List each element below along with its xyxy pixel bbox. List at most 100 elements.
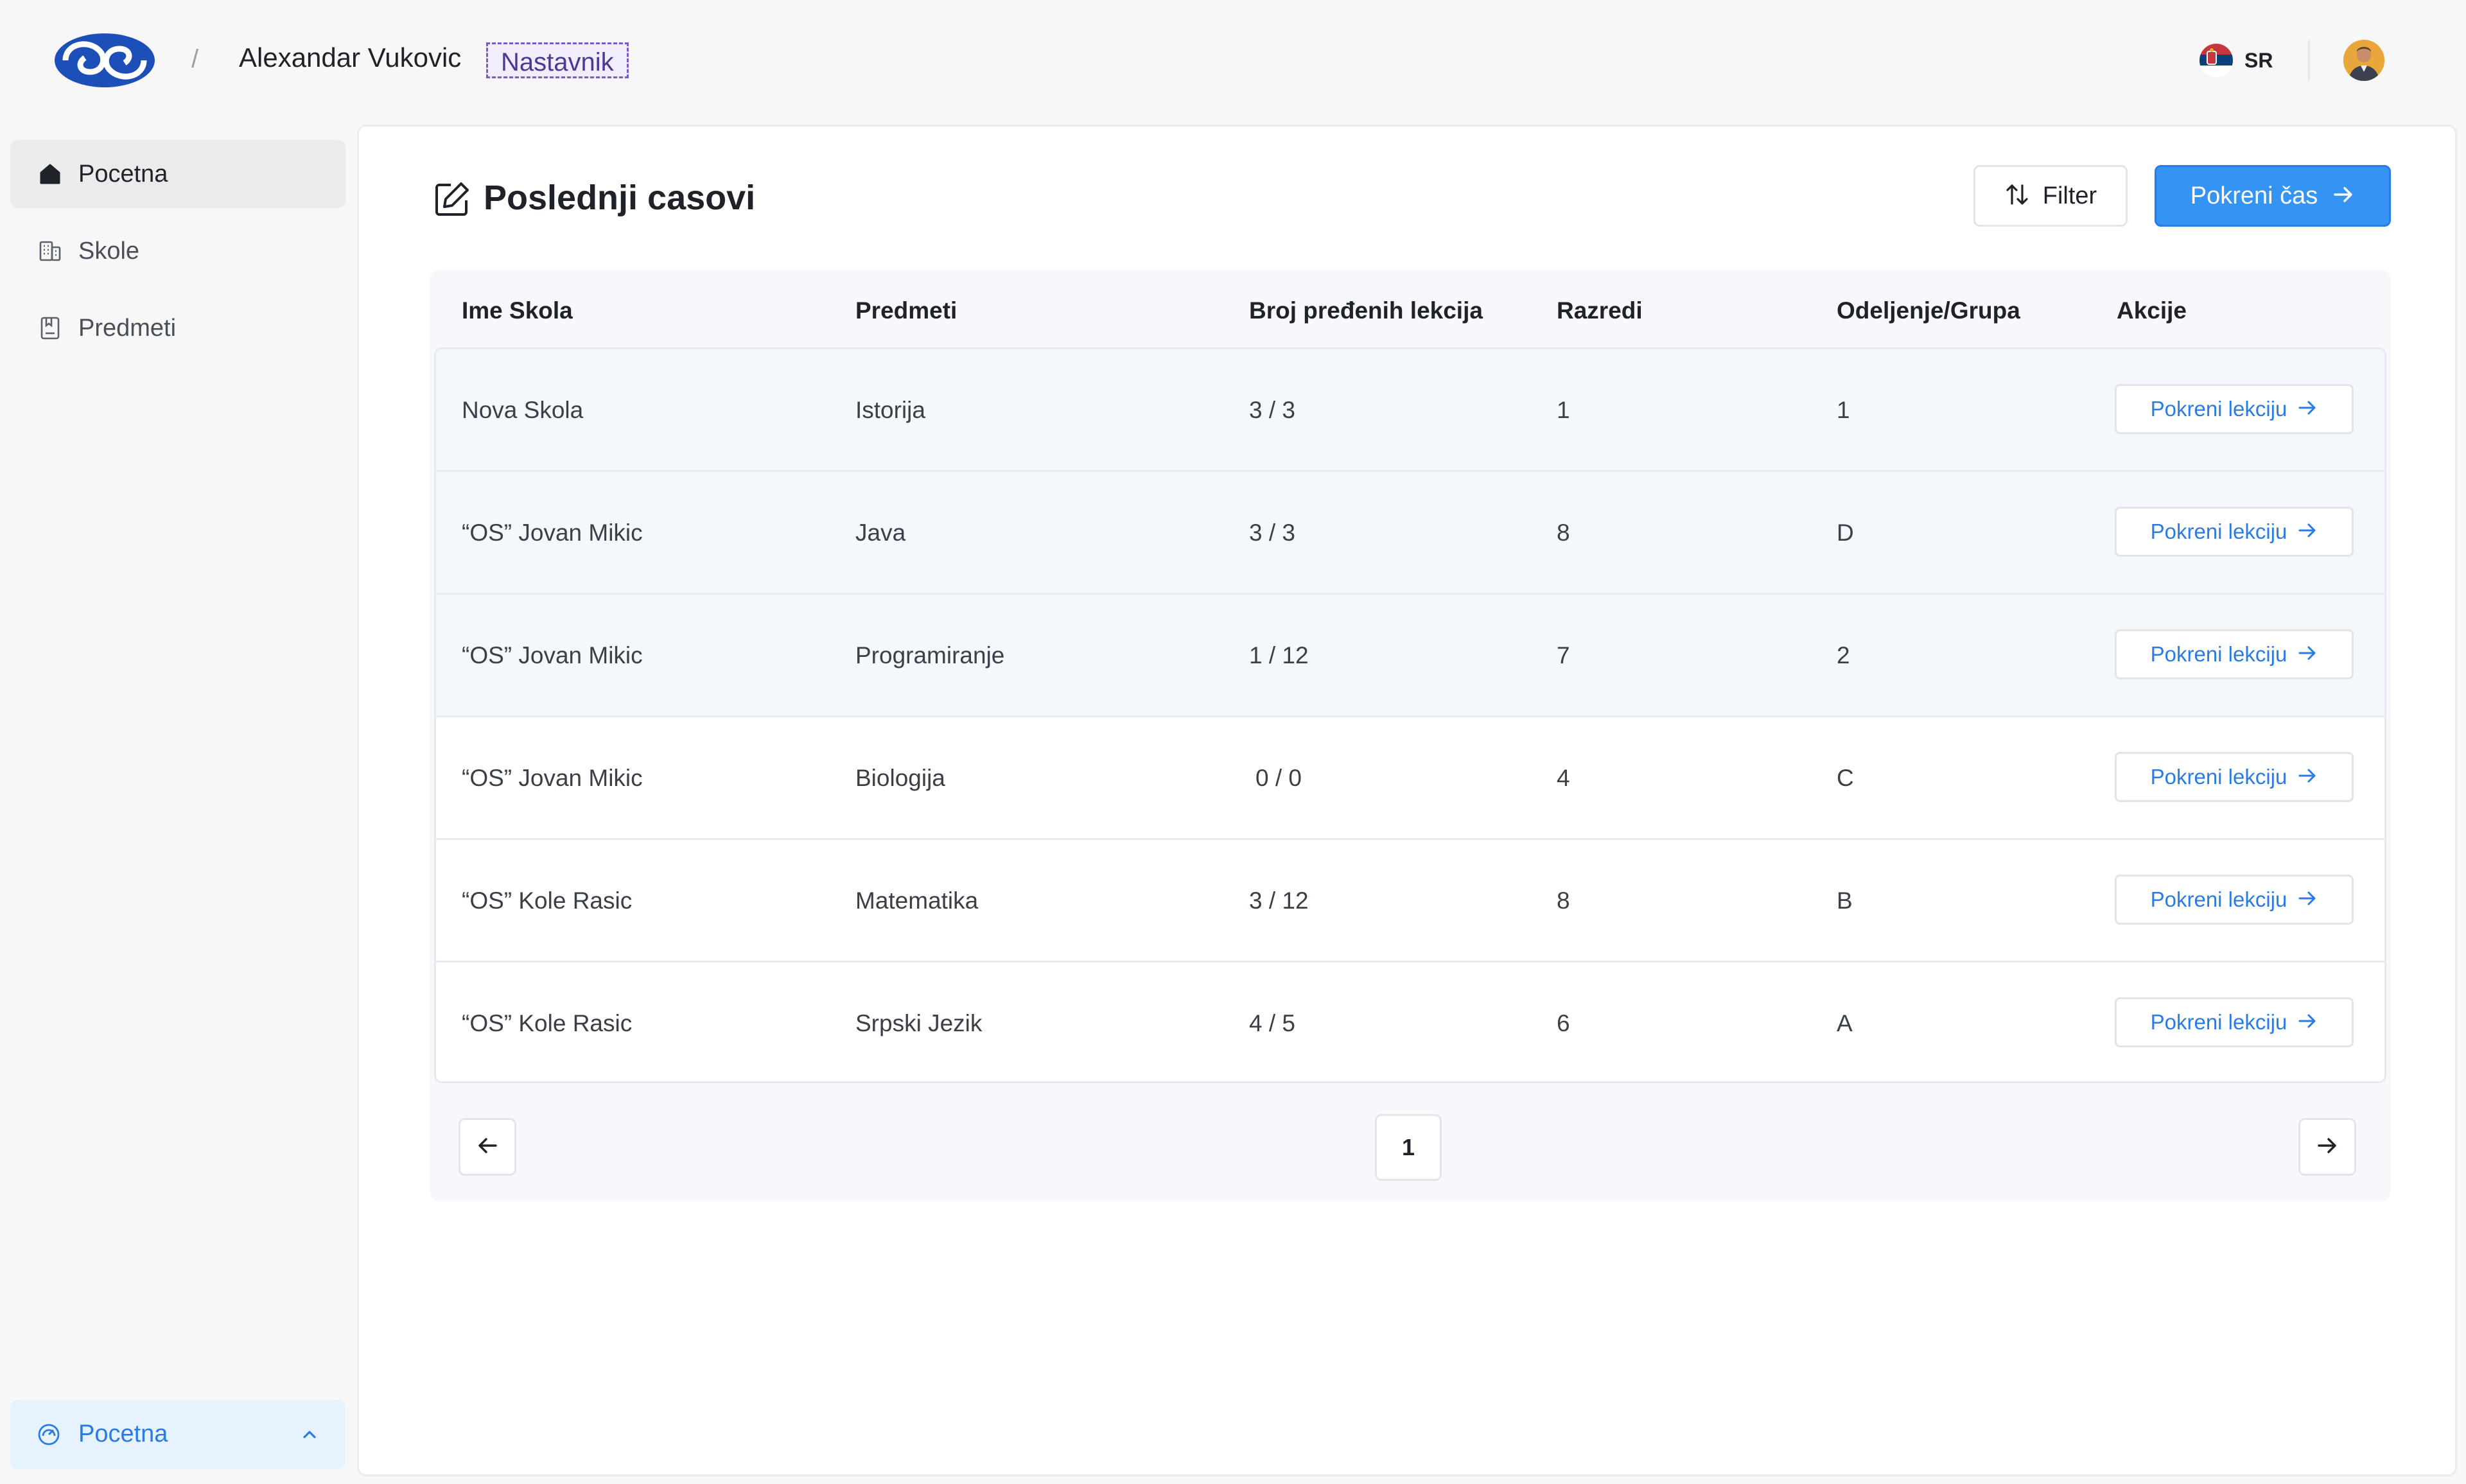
- arrow-right-icon: [2297, 643, 2318, 667]
- arrow-right-icon: [2297, 520, 2318, 544]
- subject-cell: Java: [855, 519, 906, 546]
- sidebar: Pocetna Skole Predmeti Pocetna: [0, 122, 353, 1484]
- subject-cell: Srpski Jezik: [855, 1010, 983, 1036]
- school-cell: “OS” Kole Rasic: [462, 887, 633, 914]
- start-lesson-button[interactable]: Pokreni lekciju: [2115, 384, 2354, 434]
- subject-cell: Istorija: [855, 397, 925, 423]
- arrow-right-icon: [2316, 1134, 2339, 1160]
- group-cell: B: [1837, 887, 1853, 914]
- start-lesson-label: Pokreni lekciju: [2150, 765, 2287, 789]
- lessons-cell: 3 / 3: [1249, 397, 1295, 423]
- column-header: Ime Skola: [462, 297, 573, 324]
- school-cell: “OS” Jovan Mikic: [462, 642, 643, 668]
- column-header: Predmeti: [855, 297, 958, 324]
- previous-page-button[interactable]: [459, 1118, 516, 1176]
- lessons-cell: 3 / 3: [1249, 519, 1295, 546]
- table-row: “OS” Kole Rasic Matematika 3 / 12 8 B Po…: [436, 840, 2384, 963]
- page-number: 1: [1401, 1134, 1415, 1160]
- lessons-cell: 4 / 5: [1249, 1010, 1295, 1036]
- main-panel: Poslednji casovi Filter Pokreni čas Ime …: [357, 125, 2457, 1476]
- page-number-button[interactable]: 1: [1375, 1114, 1442, 1181]
- arrow-right-icon: [2297, 397, 2318, 421]
- subject-cell: Matematika: [855, 887, 979, 914]
- sidebar-item-pocetna[interactable]: Pocetna: [10, 140, 345, 208]
- group-cell: D: [1837, 519, 1854, 546]
- classes-table: Ime Skola Predmeti Broj pređenih lekcija…: [430, 270, 2391, 1201]
- subject-cell: Biologija: [855, 765, 945, 791]
- header-divider: [2308, 40, 2310, 81]
- sidebar-item-skole[interactable]: Skole: [10, 217, 345, 285]
- school-cell: “OS” Jovan Mikic: [462, 519, 643, 546]
- school-cell: Nova Skola: [462, 397, 584, 423]
- arrow-right-icon: [2297, 1011, 2318, 1034]
- sidebar-bottom-menu[interactable]: Pocetna: [10, 1400, 345, 1469]
- start-lesson-button[interactable]: Pokreni lekciju: [2115, 997, 2354, 1047]
- table-row: “OS” Kole Rasic Srpski Jezik 4 / 5 6 A P…: [436, 963, 2384, 1081]
- sidebar-item-predmeti[interactable]: Predmeti: [10, 294, 345, 362]
- grade-cell: 1: [1557, 397, 1570, 423]
- start-lesson-label: Pokreni lekciju: [2150, 642, 2287, 666]
- start-lesson-label: Pokreni lekciju: [2150, 887, 2287, 911]
- column-header: Akcije: [2117, 297, 2187, 324]
- school-cell: “OS” Jovan Mikic: [462, 765, 643, 791]
- sidebar-item-label: Pocetna: [78, 160, 168, 188]
- school-cell: “OS” Kole Rasic: [462, 1010, 633, 1036]
- arrow-right-icon: [2297, 888, 2318, 912]
- filter-label: Filter: [2042, 182, 2097, 209]
- serbia-flag-icon: [2199, 44, 2233, 77]
- table-row: “OS” Jovan Mikic Java 3 / 3 8 D Pokreni …: [436, 472, 2384, 595]
- book-icon: [37, 315, 63, 341]
- dashboard-icon: [36, 1422, 62, 1447]
- column-header: Odeljenje/Grupa: [1837, 297, 2020, 324]
- building-icon: [37, 238, 63, 264]
- table-row: “OS” Jovan Mikic Biologija 0 / 0 4 C Pok…: [436, 717, 2384, 840]
- table-body: Nova Skola Istorija 3 / 3 1 1 Pokreni le…: [434, 347, 2386, 1083]
- start-lesson-button[interactable]: Pokreni lekciju: [2115, 507, 2354, 557]
- filter-button[interactable]: Filter: [1973, 165, 2128, 227]
- table-row: Nova Skola Istorija 3 / 3 1 1 Pokreni le…: [436, 349, 2384, 472]
- group-cell: A: [1837, 1010, 1853, 1036]
- language-label: SR: [2244, 48, 2273, 72]
- grade-cell: 8: [1557, 887, 1570, 914]
- breadcrumb-separator: /: [191, 45, 199, 73]
- table-row: “OS” Jovan Mikic Programiranje 1 / 12 7 …: [436, 595, 2384, 717]
- home-icon: [37, 161, 63, 187]
- lessons-cell: 3 / 12: [1249, 887, 1309, 914]
- top-bar: / Alexandar Vukovic Nastavnik SR: [0, 0, 2466, 122]
- grade-cell: 7: [1557, 642, 1570, 668]
- user-name: Alexandar Vukovic: [239, 42, 462, 73]
- sidebar-item-label: Skole: [78, 237, 140, 265]
- group-cell: 2: [1837, 642, 1850, 668]
- start-lesson-label: Pokreni lekciju: [2150, 1010, 2287, 1034]
- grade-cell: 8: [1557, 519, 1570, 546]
- user-avatar[interactable]: [2343, 40, 2384, 81]
- group-cell: 1: [1837, 397, 1850, 423]
- role-badge: Nastavnik: [486, 42, 629, 78]
- page-title: Poslednji casovi: [484, 179, 756, 217]
- sidebar-item-label: Predmeti: [78, 314, 177, 342]
- table-header: Ime Skola Predmeti Broj pređenih lekcija…: [430, 270, 2391, 347]
- sort-icon: [2004, 182, 2030, 211]
- grade-cell: 6: [1557, 1010, 1570, 1036]
- lessons-cell: 0 / 0: [1255, 765, 1302, 791]
- start-lesson-button[interactable]: Pokreni lekciju: [2115, 629, 2354, 679]
- app-logo[interactable]: [51, 30, 158, 91]
- edit-icon: [432, 180, 471, 220]
- start-lesson-button[interactable]: Pokreni lekciju: [2115, 752, 2354, 802]
- subject-cell: Programiranje: [855, 642, 1005, 668]
- start-lesson-button[interactable]: Pokreni lekciju: [2115, 875, 2354, 925]
- start-class-label: Pokreni čas: [2190, 182, 2318, 209]
- lessons-cell: 1 / 12: [1249, 642, 1309, 668]
- arrow-left-icon: [476, 1134, 499, 1160]
- grade-cell: 4: [1557, 765, 1570, 791]
- chevron-up-icon[interactable]: [298, 1423, 321, 1446]
- language-selector[interactable]: SR: [2199, 44, 2273, 77]
- start-class-button[interactable]: Pokreni čas: [2155, 165, 2391, 227]
- sidebar-bottom-label: Pocetna: [78, 1420, 168, 1447]
- next-page-button[interactable]: [2298, 1118, 2356, 1176]
- column-header: Razredi: [1557, 297, 1643, 324]
- arrow-right-icon: [2332, 183, 2355, 209]
- arrow-right-icon: [2297, 765, 2318, 789]
- group-cell: C: [1837, 765, 1854, 791]
- start-lesson-label: Pokreni lekciju: [2150, 397, 2287, 421]
